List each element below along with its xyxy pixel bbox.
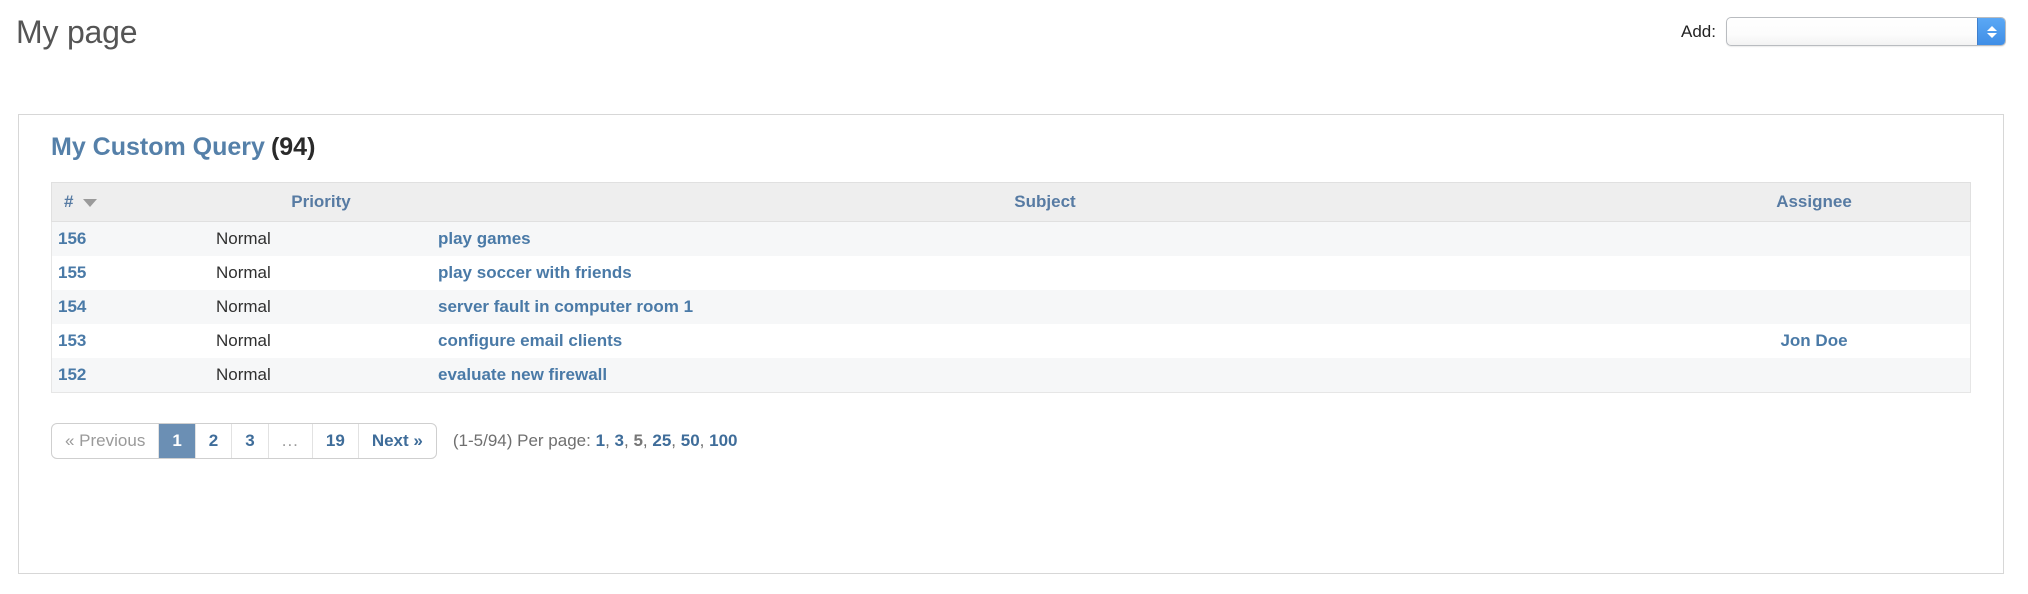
cell-subject: configure email clients bbox=[432, 324, 1658, 358]
issues-table: # Priority Subject Assignee 156 Normal pla… bbox=[51, 182, 1971, 393]
cell-priority: Normal bbox=[210, 290, 432, 324]
pagination-page-19[interactable]: 19 bbox=[313, 424, 359, 458]
cell-priority: Normal bbox=[210, 221, 432, 256]
cell-subject: play games bbox=[432, 221, 1658, 256]
chevron-down-icon bbox=[1986, 32, 1997, 38]
column-header-priority[interactable]: Priority bbox=[210, 182, 432, 222]
pagination-page-2[interactable]: 2 bbox=[196, 424, 233, 458]
table-row[interactable]: 152 Normal evaluate new firewall bbox=[51, 358, 1971, 393]
table-row[interactable]: 156 Normal play games bbox=[51, 221, 1971, 256]
column-header-subject[interactable]: Subject bbox=[432, 182, 1658, 222]
add-label: Add: bbox=[1681, 21, 1716, 41]
column-header-id-label: # bbox=[64, 192, 74, 211]
issue-id-link[interactable]: 156 bbox=[58, 229, 86, 248]
column-header-assignee[interactable]: Assignee bbox=[1658, 182, 1971, 222]
pagination-next[interactable]: Next » bbox=[359, 424, 436, 458]
sort-descending-icon bbox=[83, 198, 98, 207]
per-page-separator: , bbox=[671, 431, 681, 450]
issues-table-header-row: # Priority Subject Assignee bbox=[51, 182, 1971, 222]
cell-priority: Normal bbox=[210, 324, 432, 358]
issue-subject-link[interactable]: server fault in computer room 1 bbox=[438, 297, 693, 316]
pagination-page-1: 1 bbox=[159, 424, 196, 458]
per-page-separator: , bbox=[605, 431, 615, 450]
page-title: My page bbox=[16, 14, 138, 50]
add-widget-selected-value bbox=[1727, 18, 2005, 45]
cell-issue-id: 155 bbox=[51, 256, 210, 290]
cell-assignee: Jon Doe bbox=[1658, 324, 1971, 358]
pagination-info: (1-5/94) Per page: 1, 3, 5, 25, 50, 100 bbox=[453, 431, 738, 451]
chevron-up-icon bbox=[1986, 25, 1997, 31]
chevron-updown-icon[interactable] bbox=[1977, 18, 2005, 45]
issue-subject-link[interactable]: play soccer with friends bbox=[438, 263, 632, 282]
pagination-page-3[interactable]: 3 bbox=[232, 424, 269, 458]
column-header-id[interactable]: # bbox=[51, 182, 210, 222]
cell-issue-id: 152 bbox=[51, 358, 210, 393]
pagination-ellipsis: ... bbox=[269, 424, 313, 458]
issue-id-link[interactable]: 152 bbox=[58, 365, 86, 384]
cell-issue-id: 154 bbox=[51, 290, 210, 324]
issue-id-link[interactable]: 153 bbox=[58, 331, 86, 350]
issue-id-link[interactable]: 155 bbox=[58, 263, 86, 282]
pagination-pages: « Previous 1 2 3... 19 Next » bbox=[51, 423, 437, 459]
cell-issue-id: 156 bbox=[51, 221, 210, 256]
issues-table-head: # Priority Subject Assignee bbox=[51, 182, 1971, 222]
per-page-option-25[interactable]: 25 bbox=[652, 431, 671, 450]
cell-subject: server fault in computer room 1 bbox=[432, 290, 1658, 324]
query-block-panel: My Custom Query (94) # Priority Subject A… bbox=[18, 114, 2004, 574]
query-name-link[interactable]: My Custom Query bbox=[51, 133, 265, 161]
assignee-link[interactable]: Jon Doe bbox=[1780, 331, 1847, 350]
issue-id-link[interactable]: 154 bbox=[58, 297, 86, 316]
per-page-separator: , bbox=[699, 431, 710, 450]
table-row[interactable]: 155 Normal play soccer with friends bbox=[51, 256, 1971, 290]
table-row[interactable]: 153 Normal configure email clients Jon Doe bbox=[51, 324, 1971, 358]
cell-issue-id: 153 bbox=[51, 324, 210, 358]
cell-subject: play soccer with friends bbox=[432, 256, 1658, 290]
pagination-range: (1-5/94) bbox=[452, 431, 513, 450]
per-page-option-1[interactable]: 1 bbox=[596, 431, 605, 450]
cell-assignee bbox=[1658, 256, 1971, 290]
per-page-option-3[interactable]: 3 bbox=[615, 431, 624, 450]
issues-table-body: 156 Normal play games 155 Normal play soccer … bbox=[51, 221, 1971, 393]
query-issue-count: (94) bbox=[270, 133, 316, 161]
cell-assignee bbox=[1658, 290, 1971, 324]
cell-assignee bbox=[1658, 221, 1971, 256]
add-widget-control: Add: bbox=[1681, 17, 2006, 46]
cell-priority: Normal bbox=[210, 358, 432, 393]
per-page-option-5: 5 bbox=[633, 431, 643, 450]
per-page-separator: , bbox=[642, 431, 653, 450]
cell-priority: Normal bbox=[210, 256, 432, 290]
per-page-option-50[interactable]: 50 bbox=[681, 431, 700, 450]
issue-subject-link[interactable]: configure email clients bbox=[438, 331, 622, 350]
issue-subject-link[interactable]: evaluate new firewall bbox=[438, 365, 607, 384]
per-page-options: 1, 3, 5, 25, 50, 100 bbox=[596, 431, 738, 450]
pagination-previous: « Previous bbox=[52, 424, 160, 458]
query-title: My Custom Query (94) bbox=[51, 133, 1985, 162]
pagination: « Previous 1 2 3... 19 Next » (1-5/94) Per pa… bbox=[51, 423, 1985, 459]
add-widget-select[interactable] bbox=[1726, 17, 2006, 46]
top-bar: My page Add: bbox=[0, 0, 2028, 76]
cell-assignee bbox=[1658, 358, 1971, 393]
table-row[interactable]: 154 Normal server fault in computer room 1 bbox=[51, 290, 1971, 324]
per-page-label: Per page: bbox=[517, 431, 591, 450]
cell-subject: evaluate new firewall bbox=[432, 358, 1658, 393]
issue-subject-link[interactable]: play games bbox=[438, 229, 531, 248]
per-page-option-100[interactable]: 100 bbox=[709, 431, 737, 450]
